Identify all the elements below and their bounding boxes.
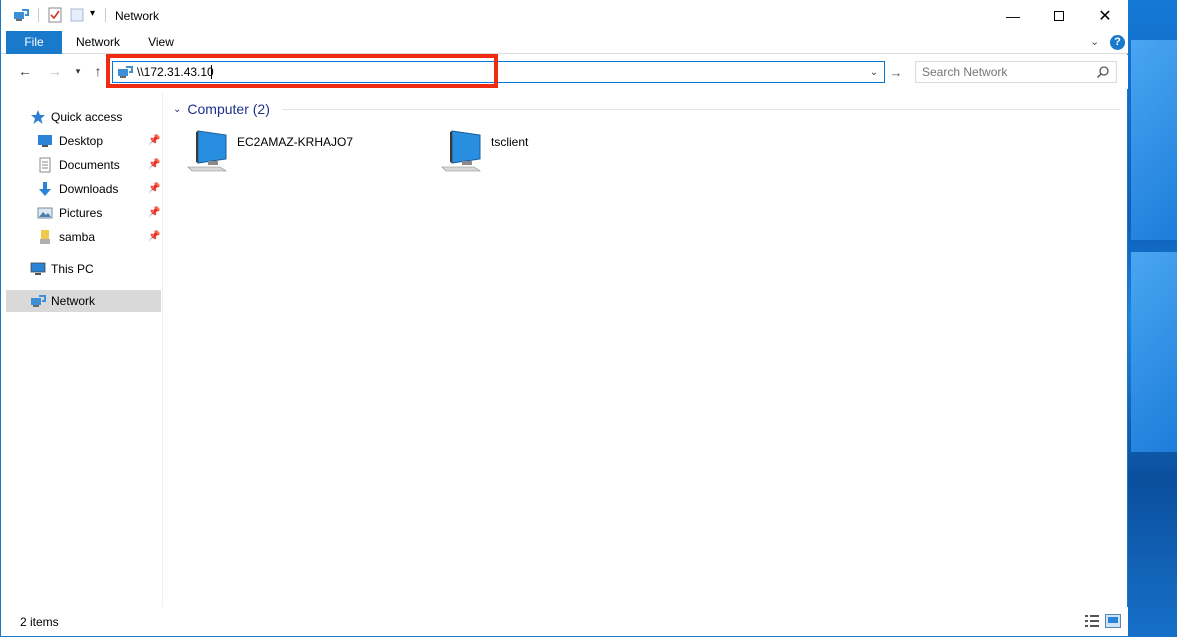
sidebar-item-network[interactable]: Network (6, 290, 161, 312)
status-bar: 2 items (1, 607, 1128, 636)
usb-drive-icon (40, 230, 50, 244)
address-input[interactable]: \\172.31.43.10 (137, 65, 214, 79)
sidebar-item-documents[interactable]: Documents 📌 (6, 154, 161, 176)
sidebar-item-label: samba (59, 230, 96, 244)
sidebar-item-desktop[interactable]: Desktop 📌 (6, 130, 161, 152)
desktop-icon (38, 135, 52, 147)
tab-view[interactable]: View (137, 31, 185, 54)
address-bar[interactable]: \\172.31.43.10 ⌄ (112, 61, 885, 83)
group-label: Computer (2) (187, 101, 270, 117)
computer-icon (187, 130, 227, 172)
chevron-down-icon: ⌄ (173, 103, 182, 115)
sidebar-item-samba[interactable]: samba 📌 (6, 226, 161, 248)
tab-file[interactable]: File (6, 31, 62, 54)
separator (105, 8, 106, 22)
up-arrow-icon: ↑ (94, 63, 102, 79)
search-box[interactable] (915, 61, 1117, 83)
computer-icon (30, 262, 46, 275)
computer-name: tsclient (491, 135, 529, 149)
chevron-down-icon: ▾ (75, 65, 81, 76)
tab-network[interactable]: Network (67, 31, 129, 54)
recent-locations-button[interactable]: ▾ (71, 61, 85, 81)
forward-button[interactable]: → (45, 61, 65, 81)
sidebar-item-label: Downloads (59, 182, 119, 196)
computer-item-tsclient[interactable]: tsclient (418, 129, 658, 177)
sidebar-item-label: Pictures (59, 206, 103, 220)
up-button[interactable]: ↑ (89, 61, 107, 81)
ribbon-tabs: File Network View ⌄ ? (1, 31, 1128, 54)
large-icons-view-icon[interactable] (1105, 614, 1121, 628)
customize-toolbar-dropdown-icon[interactable]: ▾ (90, 8, 95, 19)
search-icon[interactable] (1096, 65, 1110, 79)
separator (38, 8, 39, 22)
documents-icon (39, 157, 51, 173)
close-button[interactable]: ✕ (1082, 0, 1128, 31)
computer-item-ec2amaz-krhajo7[interactable]: EC2AMAZ-KRHAJO7 (164, 129, 404, 177)
search-input[interactable] (922, 65, 1092, 79)
downloads-icon (39, 182, 51, 196)
desktop-wallpaper-pane (1131, 252, 1177, 452)
sidebar-item-label: Quick access (51, 110, 123, 124)
go-arrow-icon: → (889, 64, 903, 80)
minimize-button[interactable]: — (990, 0, 1036, 31)
content-pane: ⌄ Computer (2) EC2AMAZ-KRHAJO7 tsclient (164, 93, 1122, 607)
sidebar-item-label: Desktop (59, 134, 104, 148)
pin-icon: 📌 (148, 159, 161, 170)
computer-name: EC2AMAZ-KRHAJO7 (237, 135, 354, 149)
sidebar-item-quick-access[interactable]: Quick access (6, 106, 161, 128)
pin-icon: 📌 (148, 135, 161, 146)
sidebar-item-label: Network (51, 294, 96, 308)
window-title: Network (115, 9, 160, 23)
network-icon (31, 295, 46, 307)
title-bar: ▾ Network — ✕ (1, 0, 1128, 31)
maximize-icon (1054, 10, 1064, 21)
group-header-computer[interactable]: ⌄ Computer (2) (173, 100, 270, 118)
properties-icon[interactable] (47, 7, 63, 23)
sidebar-item-label: This PC (51, 262, 94, 276)
navigation-bar: ← → ▾ ↑ \\172.31.43.10 ⌄ → (1, 55, 1128, 89)
item-count: 2 items (20, 615, 59, 629)
desktop-background (1128, 0, 1177, 637)
ribbon-expand-chevron-icon[interactable]: ⌄ (1090, 35, 1099, 48)
sidebar-item-pictures[interactable]: Pictures 📌 (6, 202, 161, 224)
maximize-button[interactable] (1036, 0, 1082, 31)
desktop-wallpaper-pane (1131, 40, 1177, 240)
go-button[interactable]: → (887, 63, 905, 81)
help-icon[interactable]: ? (1110, 35, 1125, 50)
close-icon: ✕ (1098, 7, 1112, 25)
pin-icon: 📌 (148, 207, 161, 218)
back-arrow-icon: ← (18, 63, 32, 79)
back-button[interactable]: ← (15, 61, 35, 81)
file-explorer-window: ▾ Network — ✕ File Network View ⌄ ? ← → … (0, 0, 1128, 637)
new-folder-icon[interactable] (69, 7, 85, 23)
text-caret (211, 65, 212, 79)
navigation-pane: Quick access Desktop 📌 Documents 📌 Downl… (1, 93, 163, 607)
minimize-icon: — (1006, 7, 1020, 24)
sidebar-item-this-pc[interactable]: This PC (6, 258, 161, 280)
address-dropdown-icon[interactable]: ⌄ (866, 62, 882, 82)
forward-arrow-icon: → (48, 63, 62, 79)
sidebar-item-downloads[interactable]: Downloads 📌 (6, 178, 161, 200)
star-icon (31, 110, 45, 124)
pin-icon: 📌 (148, 183, 161, 194)
network-icon (14, 9, 29, 21)
network-icon (118, 66, 133, 78)
group-divider (282, 109, 1120, 110)
sidebar-item-label: Documents (59, 158, 120, 172)
pictures-icon (37, 207, 53, 219)
pin-icon: 📌 (148, 231, 161, 242)
computer-icon (441, 130, 481, 172)
details-view-icon[interactable] (1084, 614, 1100, 628)
